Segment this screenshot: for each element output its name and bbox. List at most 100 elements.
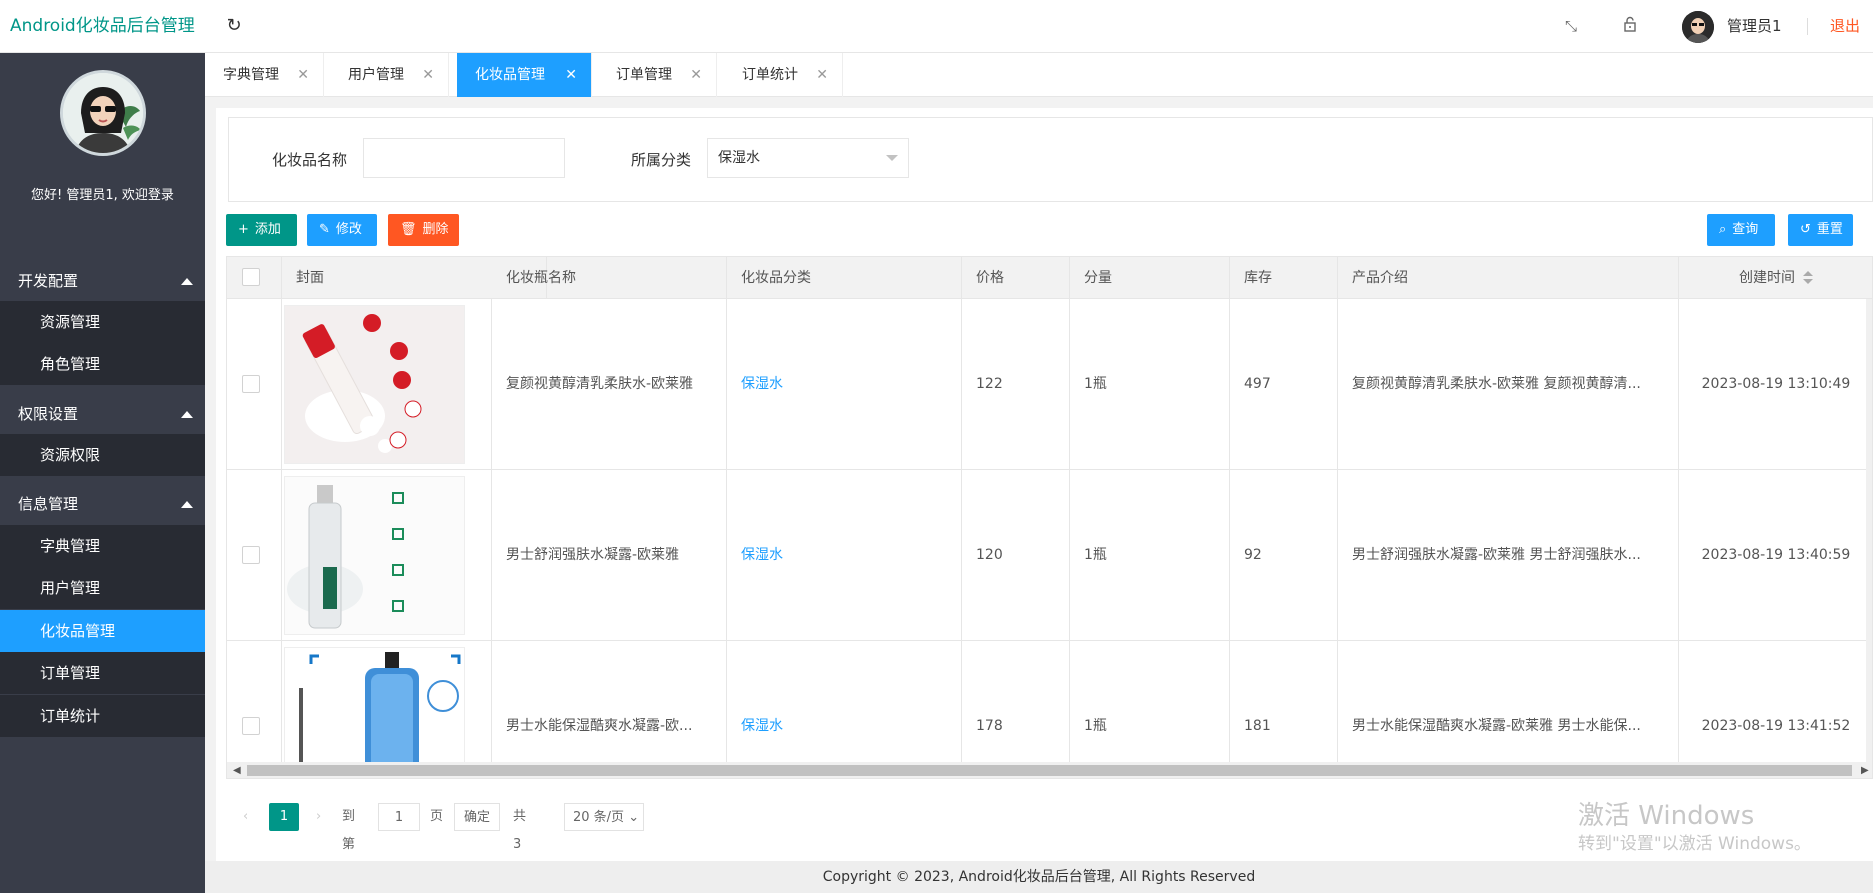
windows-activation-title: 激活 Windows bbox=[1578, 801, 1755, 831]
row-checkbox[interactable] bbox=[242, 717, 260, 735]
cover-image bbox=[284, 476, 465, 635]
intro-cell: 男士水能保湿酷爽水凝露-欧莱雅 男士水能保... bbox=[1338, 641, 1679, 778]
tab-label: 化妆品管理 bbox=[475, 67, 545, 83]
user-name[interactable]: 管理员1 bbox=[1727, 0, 1782, 53]
stock-cell: 497 bbox=[1230, 299, 1338, 470]
intro-cell: 复颜视黄醇清乳柔肤水-欧莱雅 复颜视黄醇清... bbox=[1338, 299, 1679, 470]
sidebar-item-order-stats[interactable]: 订单统计 bbox=[0, 695, 205, 737]
table-row[interactable]: 男士舒润强肤水凝露-欧莱雅 保湿水 120 1瓶 92 男士舒润强肤水凝露-欧莱… bbox=[227, 470, 1872, 641]
app-logo: Android化妆品后台管理 bbox=[10, 16, 195, 36]
tab-order-stats[interactable]: 订单统计 ✕ bbox=[724, 53, 843, 97]
edit-button[interactable]: ✎ 修改 bbox=[307, 214, 377, 246]
horizontal-scroll-thumb[interactable] bbox=[247, 765, 1852, 776]
sidebar-avatar bbox=[60, 70, 146, 156]
header-divider bbox=[1807, 18, 1808, 35]
main-content: 化妆品名称 所属分类 保湿水 + 添加 ✎ 修改 🗑 删除 ⌕ 查询 ↺ 重置 封面 化妆… bbox=[216, 108, 1873, 884]
fullscreen-icon[interactable]: ⤡ bbox=[1561, 16, 1581, 36]
header-category: 化妆品分类 bbox=[727, 257, 962, 299]
next-page-icon[interactable]: › bbox=[316, 803, 321, 831]
table-row[interactable]: 复颜视黄醇清乳柔肤水-欧莱雅 保湿水 122 1瓶 497 复颜视黄醇清乳柔肤水… bbox=[227, 299, 1872, 470]
menu-group-info[interactable]: 信息管理 bbox=[0, 480, 205, 529]
goto-label: 到第 bbox=[342, 809, 356, 852]
category-label: 所属分类 bbox=[631, 151, 692, 169]
chevron-down-icon: ⌄ bbox=[628, 810, 640, 825]
tab-dictionary[interactable]: 字典管理 ✕ bbox=[205, 53, 324, 97]
sidebar: 您好! 管理员1, 欢迎登录 开发配置 资源管理 角色管理 权限设置 资源权限 … bbox=[0, 53, 205, 893]
tab-label: 字典管理 bbox=[223, 67, 279, 83]
cover-cell bbox=[282, 299, 492, 470]
select-all-checkbox[interactable] bbox=[242, 268, 260, 286]
amount-cell: 1瓶 bbox=[1070, 299, 1230, 470]
per-page-select[interactable]: 20 条/页 ⌄ bbox=[564, 803, 644, 831]
name-input[interactable] bbox=[363, 138, 565, 178]
row-checkbox[interactable] bbox=[242, 546, 260, 564]
sidebar-item-resource-permission[interactable]: 资源权限 bbox=[0, 434, 205, 476]
total-count: 共 3 条 bbox=[513, 809, 527, 880]
tab-users[interactable]: 用户管理 ✕ bbox=[330, 53, 449, 97]
sidebar-item-users[interactable]: 用户管理 bbox=[0, 567, 205, 609]
header-created-label: 创建时间 bbox=[1739, 270, 1795, 286]
cover-cell bbox=[282, 470, 492, 641]
close-icon[interactable]: ✕ bbox=[816, 53, 828, 97]
page-current[interactable]: 1 bbox=[269, 803, 299, 831]
add-button[interactable]: + 添加 bbox=[226, 214, 297, 246]
close-icon[interactable]: ✕ bbox=[690, 53, 702, 97]
sidebar-item-role[interactable]: 角色管理 bbox=[0, 343, 205, 385]
cosmetics-table: 封面 化妆瓶名称 化妆品分类 价格 分量 库存 产品介绍 创建时间 复颜视黄醇清… bbox=[226, 256, 1873, 779]
menu-group-permission[interactable]: 权限设置 bbox=[0, 390, 205, 439]
tab-label: 用户管理 bbox=[348, 67, 404, 83]
category-select-value: 保湿水 bbox=[718, 150, 760, 166]
sidebar-item-orders[interactable]: 订单管理 bbox=[0, 652, 205, 694]
reset-button[interactable]: ↺ 重置 bbox=[1788, 214, 1853, 246]
prev-page-icon[interactable]: ‹ bbox=[243, 803, 248, 831]
close-icon[interactable]: ✕ bbox=[565, 53, 577, 97]
page-unit-label: 页 bbox=[430, 809, 444, 824]
header-created[interactable]: 创建时间 bbox=[1679, 257, 1872, 299]
category-cell[interactable]: 保湿水 bbox=[727, 470, 962, 641]
created-cell: 2023-08-19 13:10:49 bbox=[1679, 299, 1872, 470]
query-button[interactable]: ⌕ 查询 bbox=[1707, 214, 1775, 246]
caret-up-icon bbox=[181, 411, 193, 418]
scroll-left-icon[interactable]: ◀ bbox=[233, 765, 241, 776]
tab-cosmetics[interactable]: 化妆品管理 ✕ bbox=[457, 53, 592, 97]
scroll-right-icon[interactable]: ▶ bbox=[1861, 765, 1869, 776]
sidebar-item-resource[interactable]: 资源管理 bbox=[0, 301, 205, 343]
chevron-down-icon bbox=[886, 155, 898, 161]
close-icon[interactable]: ✕ bbox=[422, 53, 434, 97]
stock-cell: 92 bbox=[1230, 470, 1338, 641]
close-icon[interactable]: ✕ bbox=[297, 53, 309, 97]
menu-group-dev-config[interactable]: 开发配置 bbox=[0, 257, 205, 306]
lock-icon[interactable] bbox=[1620, 16, 1640, 36]
row-checkbox-cell bbox=[227, 470, 282, 641]
tab-orders[interactable]: 订单管理 ✕ bbox=[598, 53, 717, 97]
menu-group-label: 信息管理 bbox=[18, 495, 79, 513]
price-cell: 122 bbox=[962, 299, 1070, 470]
price-cell: 120 bbox=[962, 470, 1070, 641]
header-price: 价格 bbox=[962, 257, 1070, 299]
goto-input[interactable]: 1 bbox=[378, 803, 420, 831]
name-cell: 男士舒润强肤水凝露-欧莱雅 bbox=[492, 470, 727, 641]
delete-button[interactable]: 🗑 删除 bbox=[388, 214, 459, 246]
horizontal-scrollbar[interactable]: ◀ ▶ bbox=[227, 762, 1872, 778]
table-row[interactable]: 男士水能保湿酷爽水凝露-欧... 保湿水 178 1瓶 181 男士水能保湿酷爽… bbox=[227, 641, 1872, 778]
category-cell[interactable]: 保湿水 bbox=[727, 299, 962, 470]
welcome-text: 您好! 管理员1, 欢迎登录 bbox=[31, 188, 174, 203]
logout-link[interactable]: 退出 bbox=[1830, 0, 1860, 53]
category-cell[interactable]: 保湿水 bbox=[727, 641, 962, 778]
refresh-icon[interactable]: ↻ bbox=[224, 16, 244, 36]
sort-icon[interactable] bbox=[1803, 271, 1813, 285]
confirm-button[interactable]: 确定 bbox=[454, 803, 500, 831]
name-cell: 男士水能保湿酷爽水凝露-欧... bbox=[492, 641, 727, 778]
edit-label: 修改 bbox=[335, 222, 362, 237]
row-checkbox[interactable] bbox=[242, 375, 260, 393]
vertical-scrollbar[interactable] bbox=[1866, 299, 1872, 762]
category-select[interactable]: 保湿水 bbox=[707, 138, 909, 178]
delete-label: 删除 bbox=[422, 222, 449, 237]
sidebar-item-cosmetics[interactable]: 化妆品管理 bbox=[0, 610, 205, 652]
header-name: 化妆瓶名称 bbox=[492, 257, 727, 299]
tab-label: 订单管理 bbox=[616, 67, 672, 83]
name-label: 化妆品名称 bbox=[272, 151, 348, 169]
sidebar-item-dictionary[interactable]: 字典管理 bbox=[0, 525, 205, 567]
menu-group-label: 权限设置 bbox=[18, 405, 79, 423]
user-avatar[interactable] bbox=[1682, 11, 1714, 43]
